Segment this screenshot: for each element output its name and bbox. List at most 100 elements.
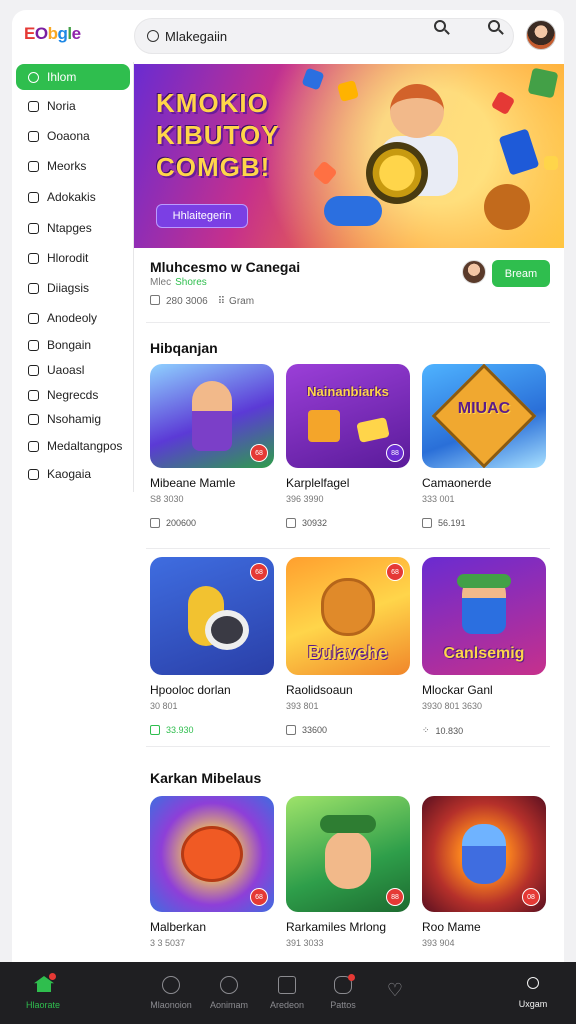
- sidebar-item-10[interactable]: Bongain: [16, 332, 130, 358]
- game-meta-value: 30932: [302, 518, 328, 528]
- game-meta-value: 33.930: [166, 725, 194, 735]
- sidebar-item-12[interactable]: Negrecds: [16, 382, 130, 408]
- nav-item-label: Hlaorate: [25, 1000, 61, 1010]
- nav-item-favorites[interactable]: ♡: [364, 962, 426, 1024]
- game-card[interactable]: 68 Mibeane Mamle S8 3030 200600: [150, 364, 274, 528]
- avatar[interactable]: [526, 20, 556, 50]
- nav-item-profile[interactable]: Uxgam: [502, 962, 564, 1024]
- hero-character-wheel: [366, 142, 428, 204]
- game-card[interactable]: 08 Roo Mame 393 904: [422, 796, 546, 948]
- hero-barrel: [484, 184, 530, 230]
- search-bar[interactable]: [134, 18, 514, 54]
- sidebar-item-5[interactable]: Adokakis: [16, 184, 130, 210]
- nav-item-library[interactable]: Aredeon: [256, 962, 318, 1024]
- game-meta: ⁘ 10.830: [422, 725, 546, 736]
- game-subtitle: 396 3990: [286, 494, 324, 504]
- game-title: Rarkamiles Mrlong: [286, 920, 387, 934]
- game-title: Raolidsoaun: [286, 683, 353, 697]
- game-title: Camaonerde: [422, 476, 492, 490]
- app-logo[interactable]: EObgle: [24, 24, 81, 44]
- hero-banner[interactable]: KMOKIO KIBUTOY COMGB! Hhlaitegerin: [134, 64, 564, 248]
- character-hat: [457, 573, 511, 588]
- sidebar-item-14[interactable]: Medaltangpos: [16, 433, 130, 459]
- sidebar-item-label: Hlorodit: [47, 251, 89, 265]
- sidebar-item-2[interactable]: Noria: [16, 93, 130, 119]
- avatar[interactable]: [462, 260, 486, 284]
- character-figure: [204, 610, 249, 651]
- game-card[interactable]: Canlsemig Mlockar Ganl 3930 801 3630 ⁘ 10…: [422, 557, 546, 736]
- monitor-icon: [28, 468, 39, 480]
- featured-action-button[interactable]: Bream: [492, 260, 550, 287]
- sidebar-item-15[interactable]: Kaogaia: [16, 461, 130, 487]
- thumbnail-tile: [308, 410, 340, 442]
- nav-item-home[interactable]: Hlaorate: [12, 962, 74, 1024]
- sidebar-item-7[interactable]: Hlorodit: [16, 245, 130, 271]
- nav-item-search[interactable]: Aonimam: [198, 962, 260, 1024]
- search-button[interactable]: [434, 20, 450, 36]
- sidebar-item-label: Ooaona: [47, 129, 90, 143]
- game-meta: 56.191: [422, 518, 546, 528]
- game-meta-value: 10.830: [435, 725, 464, 736]
- game-thumbnail[interactable]: Nainanbiarks 88: [286, 364, 410, 468]
- sidebar-item-label: Anodeoly: [47, 311, 98, 325]
- featured-tag[interactable]: Shores: [175, 277, 207, 288]
- featured-meta-b-value: Gram: [229, 295, 255, 307]
- game-card[interactable]: Bulavehe 68 Raolidsoaun 393 801 33600: [286, 557, 410, 735]
- hero-cta-button[interactable]: Hhlaitegerin: [156, 204, 248, 228]
- sidebar-item-label: Meorks: [47, 159, 87, 173]
- game-card[interactable]: 88 Rarkamiles Mrlong 391 3033: [286, 796, 410, 948]
- game-thumbnail[interactable]: 88: [286, 796, 410, 912]
- game-subtitle: 333 001: [422, 494, 455, 504]
- rating-badge: 68: [250, 444, 268, 462]
- game-card[interactable]: 68 Malberkan 3 3 5037: [150, 796, 274, 948]
- sidebar-item-13[interactable]: Nsohamig: [16, 406, 130, 432]
- sidebar-item-11[interactable]: Uaoasl: [16, 357, 130, 383]
- game-meta: 200600: [150, 518, 274, 528]
- game-card[interactable]: 68 Hpooloc dorlan 30 801 33.930: [150, 557, 274, 735]
- featured-title: Mluhcesmo w Canegai: [150, 259, 301, 275]
- nav-item-label: Pattos: [330, 1000, 356, 1010]
- file-icon: [28, 282, 39, 294]
- game-thumbnail[interactable]: Bulavehe 68: [286, 557, 410, 675]
- game-thumbnail[interactable]: Canlsemig: [422, 557, 546, 675]
- rating-badge: 68: [386, 563, 404, 581]
- game-title: Mibeane Mamle: [150, 476, 236, 490]
- sidebar-item-9[interactable]: Anodeoly: [16, 305, 130, 331]
- game-thumbnail[interactable]: 68: [150, 557, 274, 675]
- sidebar-item-4[interactable]: Meorks: [16, 153, 130, 179]
- game-card[interactable]: MIUAC Camaonerde 333 001 56.191: [422, 364, 546, 528]
- notification-dot: [49, 973, 56, 980]
- sidebar-item-8[interactable]: Diiagsis: [16, 275, 130, 301]
- hero-title-line-2: KIBUTOY: [156, 120, 280, 150]
- nav-item-launch[interactable]: Mlaonoion: [140, 962, 202, 1024]
- game-subtitle: 391 3033: [286, 938, 324, 948]
- game-card[interactable]: Nainanbiarks 88 Karplelfagel 396 3990 30…: [286, 364, 410, 528]
- sidebar-item-6[interactable]: Ntapges: [16, 215, 130, 241]
- sidebar-item-1[interactable]: Ihlom: [16, 64, 130, 90]
- rating-badge: 88: [386, 444, 404, 462]
- search-input[interactable]: [165, 28, 415, 44]
- page-icon: [28, 100, 39, 112]
- featured-subtitle: Mlec Shores: [150, 277, 207, 288]
- game-meta: 30932: [286, 518, 410, 528]
- search-icon: [488, 20, 500, 32]
- search-submit-button[interactable]: [488, 20, 504, 36]
- game-thumbnail[interactable]: 08: [422, 796, 546, 912]
- list-icon: [28, 364, 39, 376]
- game-thumbnail[interactable]: 68: [150, 364, 274, 468]
- featured-meta: 280 3006 ⠿ Gram: [150, 295, 254, 307]
- sidebar-item-label: Noria: [47, 99, 76, 113]
- character-figure: [462, 824, 506, 884]
- game-meta-value: 56.191: [438, 518, 466, 528]
- game-title: Hpooloc dorlan: [150, 683, 231, 697]
- featured-meta-a: 280 3006: [150, 295, 208, 307]
- game-thumbnail[interactable]: 68: [150, 796, 274, 912]
- hero-cube: [544, 156, 558, 170]
- sidebar-item-3[interactable]: Ooaona: [16, 123, 130, 149]
- dots-icon: ⁘: [422, 725, 430, 735]
- nav-item-label: Aonimam: [209, 1000, 248, 1010]
- image-icon: [286, 725, 296, 735]
- game-thumbnail[interactable]: MIUAC: [422, 364, 546, 468]
- shield-icon: [28, 440, 39, 452]
- rating-badge: 68: [250, 888, 268, 906]
